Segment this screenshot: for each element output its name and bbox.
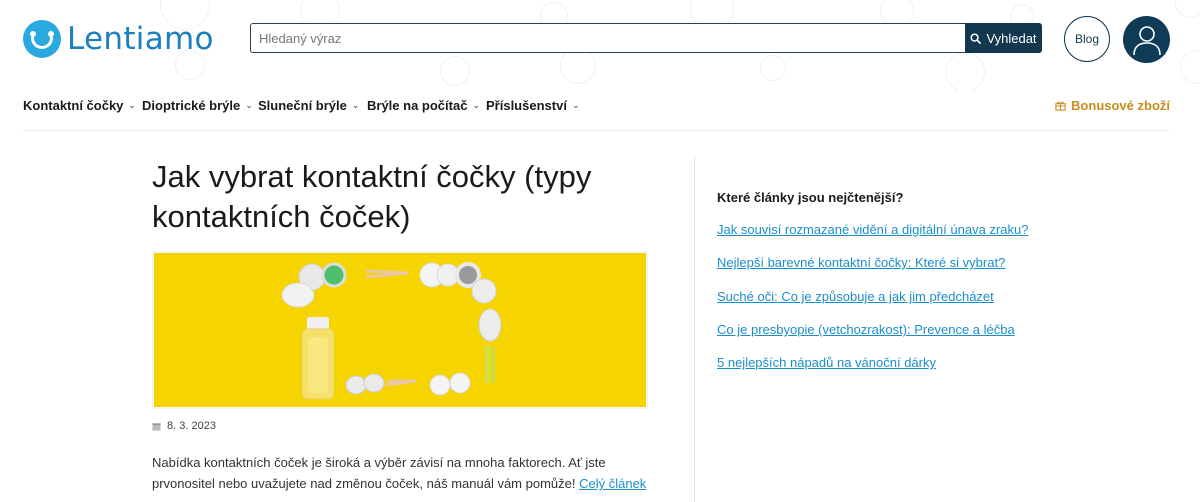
sidebar-article-link[interactable]: Jak souvisí rozmazané vidění a digitální… <box>717 222 1028 237</box>
nav-item-prescription-glasses[interactable]: Dioptrické brýle ⌄ <box>142 98 253 113</box>
chevron-down-icon: ⌄ <box>128 100 136 110</box>
nav-item-label: Dioptrické brýle <box>142 98 241 113</box>
search-input[interactable] <box>250 23 965 53</box>
article-title[interactable]: Jak vybrat kontaktní čočky (typy kontakt… <box>152 157 652 237</box>
sidebar-article-link[interactable]: 5 nejlepších nápadů na vánoční dárky <box>717 355 936 370</box>
chevron-down-icon: ⌄ <box>245 100 253 110</box>
chevron-down-icon: ⌄ <box>472 100 480 110</box>
nav-divider <box>23 130 1170 131</box>
sidebar-title: Které články jsou nejčtenější? <box>717 190 904 205</box>
article-excerpt: Nabídka kontaktních čoček je široká a vý… <box>152 452 652 494</box>
nav-item-label: Sluneční brýle <box>258 98 347 113</box>
nav-item-accessories[interactable]: Příslušenství ⌄ <box>486 98 579 113</box>
search-button-label: Vyhledat <box>986 30 1037 46</box>
main-navigation: Kontaktní čočky ⌄ Dioptrické brýle ⌄ Slu… <box>23 98 1170 120</box>
article-hero-image[interactable] <box>152 251 648 409</box>
article-excerpt-text: Nabídka kontaktních čoček je široká a vý… <box>152 455 606 491</box>
site-header: Lentiamo Vyhledat Blog <box>0 0 1200 90</box>
user-icon <box>1132 25 1161 55</box>
gift-icon <box>1055 101 1066 111</box>
nav-item-computer-glasses[interactable]: Brýle na počítač ⌄ <box>367 98 480 113</box>
blog-button-label: Blog <box>1074 32 1100 46</box>
nav-item-label: Brýle na počítač <box>367 98 468 113</box>
contact-lens-accessories-photo <box>154 253 646 407</box>
chevron-down-icon: ⌄ <box>351 100 360 110</box>
nav-item-bonus-products[interactable]: Bonusové zboží <box>1055 98 1170 113</box>
nav-item-label: Kontaktní čočky <box>23 98 124 113</box>
sidebar-article-link[interactable]: Co je presbyopie (vetchozrakost): Preven… <box>717 322 1015 337</box>
calendar-icon <box>152 422 161 431</box>
sidebar-article-link[interactable]: Suché oči: Co je způsobuje a jak jim pře… <box>717 289 994 304</box>
nav-item-label: Příslušenství <box>486 98 567 113</box>
column-divider <box>694 156 695 502</box>
article-date: 8. 3. 2023 <box>167 420 216 432</box>
blog-button[interactable]: Blog <box>1064 16 1110 62</box>
article-meta: 8. 3. 2023 <box>152 420 216 432</box>
read-more-link[interactable]: Celý článek <box>579 476 646 491</box>
bonus-label: Bonusové zboží <box>1071 98 1170 113</box>
sidebar-article-link[interactable]: Nejlepší barevné kontaktní čočky: Které … <box>717 255 1005 270</box>
user-account-button[interactable] <box>1123 16 1170 63</box>
search-button[interactable]: Vyhledat <box>965 23 1042 53</box>
site-logo[interactable]: Lentiamo <box>23 19 214 59</box>
chevron-down-icon: ⌄ <box>571 100 580 110</box>
nav-item-sunglasses[interactable]: Sluneční brýle ⌄ <box>258 98 359 113</box>
nav-item-contact-lenses[interactable]: Kontaktní čočky ⌄ <box>23 98 136 113</box>
search-icon <box>970 32 982 44</box>
logo-text: Lentiamo <box>67 21 214 57</box>
logo-smile-icon <box>23 20 61 58</box>
search-bar: Vyhledat <box>250 23 1042 53</box>
